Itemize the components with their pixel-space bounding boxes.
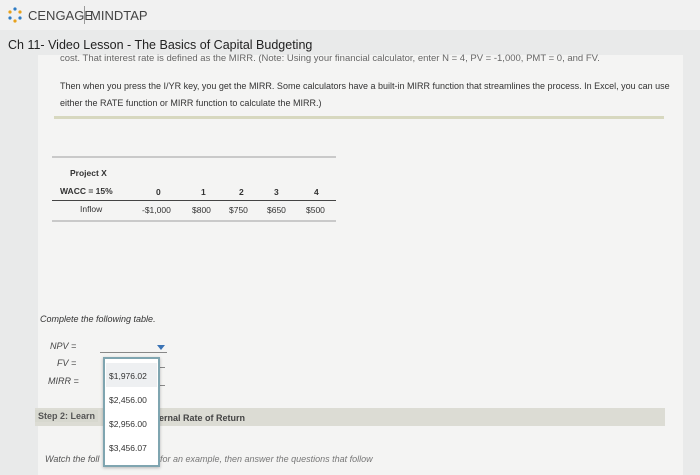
fv-label: FV = bbox=[57, 358, 77, 368]
fv-dropdown-list[interactable]: $1,976.02 $2,456.00 $2,956.00 $3,456.07 bbox=[103, 357, 160, 467]
year-header: 2 bbox=[239, 187, 244, 197]
inflow-value: $650 bbox=[267, 205, 286, 215]
top-bar: CENGAGE MINDTAP bbox=[0, 0, 700, 30]
year-header: 4 bbox=[314, 187, 319, 197]
dropdown-option[interactable]: $3,456.07 bbox=[109, 443, 147, 453]
npv-select[interactable] bbox=[100, 352, 167, 353]
npv-label: NPV = bbox=[50, 341, 77, 351]
inflow-value: $500 bbox=[306, 205, 325, 215]
year-header: 1 bbox=[201, 187, 206, 197]
mirr-label: MIRR = bbox=[48, 376, 79, 386]
header-rule bbox=[52, 200, 336, 201]
year-header: 3 bbox=[274, 187, 279, 197]
year-header: 0 bbox=[156, 187, 161, 197]
form-instruction: Complete the following table. bbox=[40, 314, 156, 324]
section-divider bbox=[54, 116, 664, 119]
instruction-paragraph: Then when you press the I/YR key, you ge… bbox=[60, 81, 670, 108]
table-bottom-border bbox=[52, 220, 336, 222]
step2-label: Step 2: Learn bbox=[35, 410, 99, 422]
chevron-down-icon[interactable] bbox=[157, 345, 165, 350]
cengage-logo-icon bbox=[8, 7, 22, 23]
brand-mindtap: MINDTAP bbox=[90, 8, 148, 23]
brand-divider bbox=[84, 6, 85, 24]
wacc-label: WACC = 15% bbox=[60, 186, 113, 196]
inflow-value: $800 bbox=[192, 205, 211, 215]
step2-title: ternal Rate of Return bbox=[156, 413, 246, 423]
cut-off-text: cost. That interest rate is defined as t… bbox=[60, 53, 600, 64]
dropdown-option[interactable]: $1,976.02 bbox=[109, 371, 147, 381]
table-top-border bbox=[52, 156, 336, 158]
inflow-label: Inflow bbox=[80, 204, 103, 214]
dropdown-option[interactable]: $2,956.00 bbox=[109, 419, 147, 429]
project-title: Project X bbox=[70, 168, 107, 178]
dropdown-option[interactable]: $2,456.00 bbox=[109, 395, 147, 405]
inflow-value: $750 bbox=[229, 205, 248, 215]
inflow-value: -$1,000 bbox=[142, 205, 171, 215]
lesson-title: Ch 11- Video Lesson - The Basics of Capi… bbox=[8, 38, 313, 52]
